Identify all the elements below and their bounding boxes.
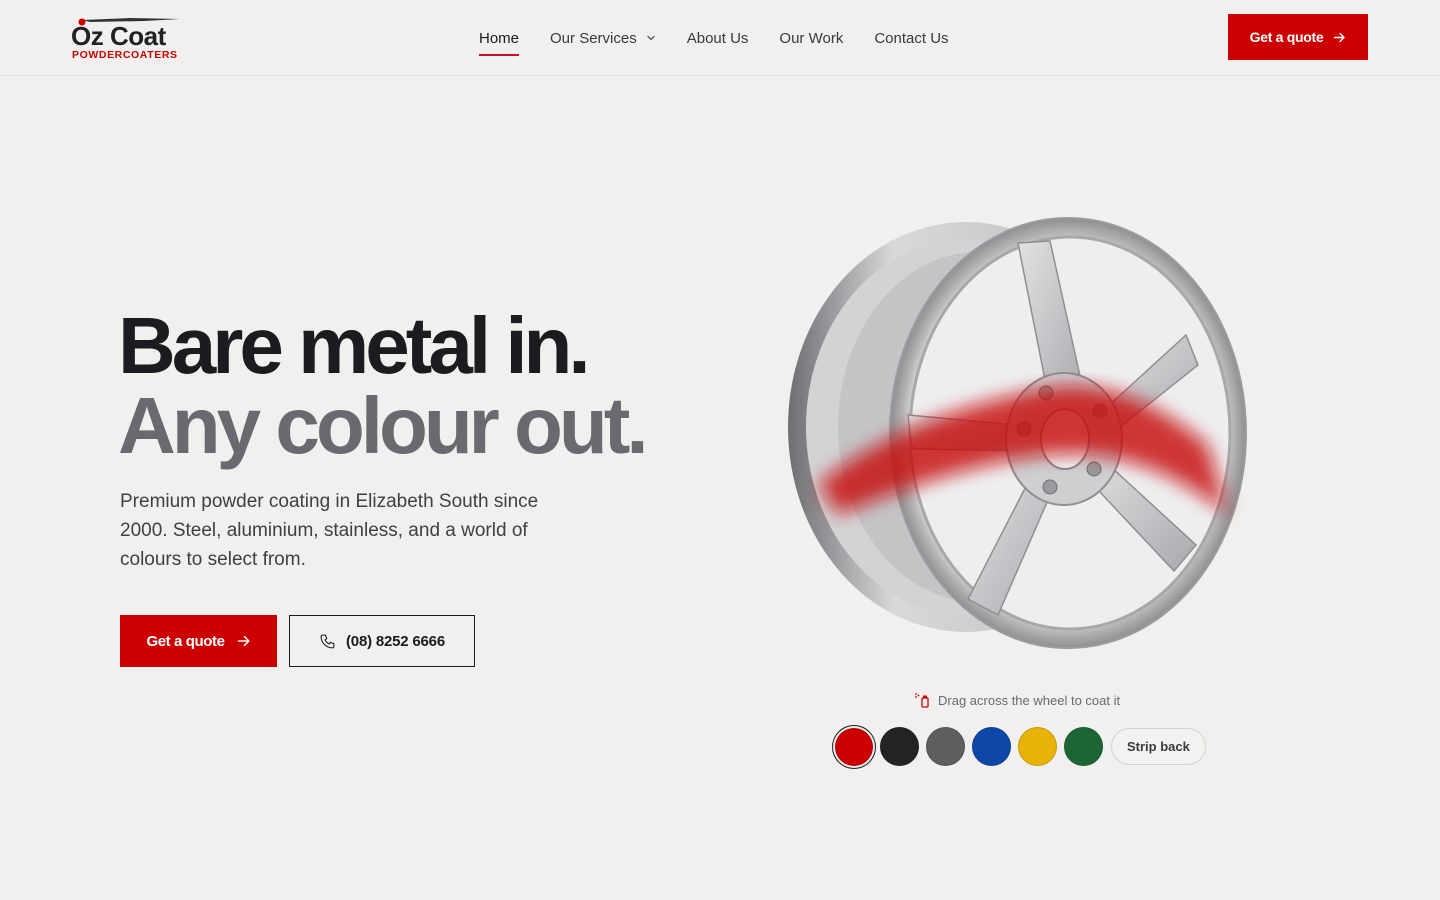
swatch-blue[interactable] bbox=[972, 727, 1011, 766]
hero-subtitle: Premium powder coating in Elizabeth Sout… bbox=[120, 491, 539, 570]
strip-back-label: Strip back bbox=[1127, 739, 1190, 754]
chevron-down-icon bbox=[647, 35, 655, 41]
swatch-grey[interactable] bbox=[926, 727, 965, 766]
header-cta-label: Get a quote bbox=[1249, 29, 1324, 45]
logo-subtext: POWDERCOATERS bbox=[72, 49, 178, 60]
nav-home-label: Home bbox=[479, 29, 520, 47]
nav-item-our-services[interactable]: Our Services bbox=[550, 0, 656, 76]
site-header: Oz Coat POWDERCOATERS Home Our Services … bbox=[0, 0, 1440, 76]
swatch-yellow[interactable] bbox=[1018, 727, 1057, 766]
phone-icon bbox=[320, 634, 335, 648]
nav-item-home[interactable]: Home bbox=[479, 0, 520, 76]
header-get-quote-button[interactable]: Get a quote bbox=[1228, 14, 1368, 60]
nav-item-about-us[interactable]: About Us bbox=[687, 0, 749, 76]
hero-get-quote-button[interactable]: Get a quote bbox=[120, 615, 277, 667]
phone-call-button[interactable]: (08) 8252 6666 bbox=[289, 615, 475, 667]
phone-number: (08) 8252 6666 bbox=[346, 632, 445, 650]
strip-back-button[interactable]: Strip back bbox=[1111, 728, 1206, 765]
colour-swatches: Strip back bbox=[835, 727, 1206, 766]
logo-text: Oz Coat bbox=[71, 21, 167, 51]
nav-services-label: Our Services bbox=[550, 29, 637, 47]
hero-title-line1: Bare metal in. bbox=[118, 301, 591, 390]
arrow-right-icon bbox=[237, 635, 250, 647]
oz-coat-logo[interactable]: Oz Coat POWDERCOATERS bbox=[70, 14, 206, 60]
alloy-wheel-image[interactable] bbox=[788, 215, 1250, 657]
hero-cta-label: Get a quote bbox=[146, 632, 225, 650]
nav-work-label: Our Work bbox=[779, 29, 844, 47]
hero-title: Bare metal in. Any colour out. bbox=[118, 301, 649, 470]
nav-item-our-work[interactable]: Our Work bbox=[779, 0, 843, 76]
hero-title-line2: Any colour out. bbox=[118, 381, 649, 470]
drag-hint: Drag across the wheel to coat it bbox=[914, 692, 1120, 708]
drag-hint-text: Drag across the wheel to coat it bbox=[938, 692, 1121, 708]
swatch-red[interactable] bbox=[835, 727, 873, 766]
spray-can-icon bbox=[915, 693, 929, 708]
nav-about-label: About Us bbox=[686, 29, 749, 47]
swatch-green[interactable] bbox=[1064, 727, 1103, 766]
swatch-black[interactable] bbox=[880, 727, 919, 766]
arrow-right-icon bbox=[1334, 32, 1346, 42]
main-nav: Home Our Services About Us Our Work Cont… bbox=[479, 0, 980, 76]
nav-item-contact-us[interactable]: Contact Us bbox=[874, 0, 948, 76]
nav-contact-label: Contact Us bbox=[874, 29, 949, 47]
